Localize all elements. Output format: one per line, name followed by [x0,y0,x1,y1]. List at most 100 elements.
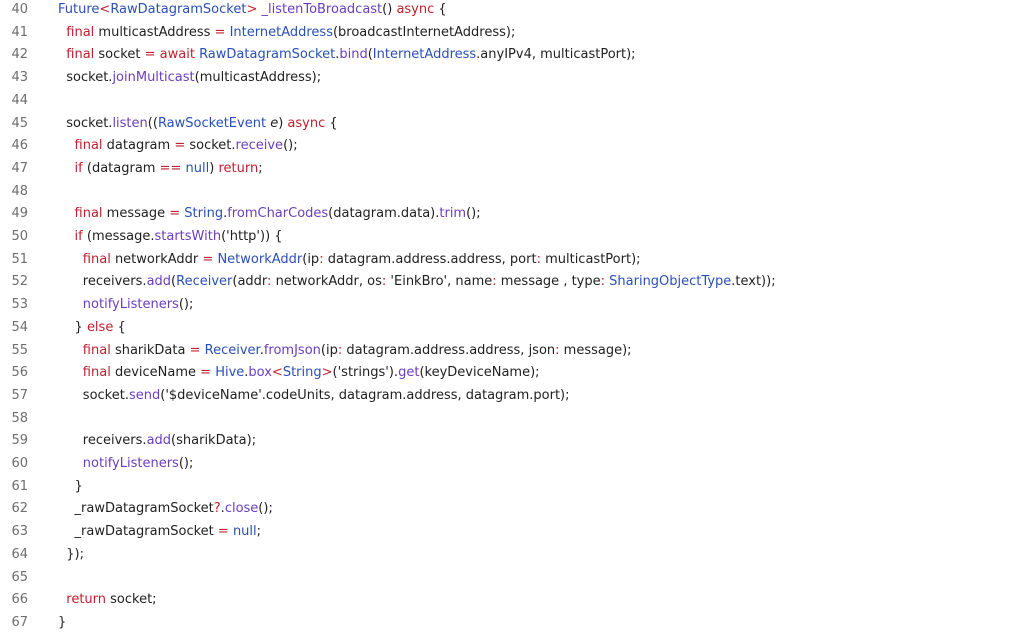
code-token: 'http' [226,229,260,244]
code-token: datagram.address.address, [323,251,510,267]
code-text[interactable]: }); [58,545,84,565]
code-token: ). [388,365,399,381]
line-number: 59 [11,433,28,449]
code-token: final [66,47,95,63]
code-line[interactable]: 59 receivers.add(sharikData); [0,431,1024,451]
line-number: 58 [11,410,28,426]
code-text[interactable]: final multicastAddress = InternetAddress… [58,23,515,43]
code-line[interactable]: 50 if (message.startsWith('http')) { [0,227,1024,247]
code-text[interactable]: final deviceName = Hive.box<String>('str… [58,363,540,383]
code-text[interactable]: _rawDatagramSocket?.close(); [58,499,273,519]
line-number: 43 [11,70,28,86]
code-text[interactable]: } [58,477,83,497]
code-token: Future [58,2,100,17]
code-line[interactable]: 46 final datagram = socket.receive(); [0,136,1024,156]
code-line[interactable]: 43 socket.joinMulticast(multicastAddress… [0,68,1024,88]
code-line[interactable]: 49 final message = String.fromCharCodes(… [0,204,1024,224]
code-token: _listenToBroadcast [261,2,383,17]
code-text[interactable]: notifyListeners(); [58,295,194,315]
code-text[interactable]: socket.listen((RawSocketEvent e) async { [58,114,338,134]
code-line[interactable]: 52 receivers.add(Receiver(addr: networkA… [0,272,1024,292]
code-token: (); [466,206,481,222]
code-text[interactable]: } else { [58,318,126,338]
code-line[interactable]: 55 final sharikData = Receiver.fromJson(… [0,341,1024,361]
code-token: .codeUnits, datagram.address, datagram.p… [261,387,570,403]
code-line[interactable]: 45 socket.listen((RawSocketEvent e) asyn… [0,114,1024,134]
code-line[interactable]: 53 notifyListeners(); [0,295,1024,315]
line-number: 45 [11,115,28,131]
code-token: String [184,206,224,222]
code-token: 'strings' [337,365,389,381]
code-token: return [218,160,259,176]
code-token: } [58,478,83,494]
code-line[interactable]: 58 [0,409,1024,429]
code-token: (); [283,138,298,154]
code-line[interactable]: 47 if (datagram == null) return; [0,159,1024,179]
code-text[interactable]: _rawDatagramSocket = null; [58,522,262,542]
code-line[interactable]: 51 final networkAddr = NetworkAddr(ip: d… [0,250,1024,270]
code-text[interactable]: final message = String.fromCharCodes(dat… [58,204,481,224]
code-token: (( [147,115,158,131]
code-token: sharikData [110,342,190,358]
line-number: 51 [11,251,28,267]
code-token: (keyDeviceName); [419,365,540,381]
code-token: > [246,2,258,17]
code-line[interactable]: 62 _rawDatagramSocket?.close(); [0,499,1024,519]
code-text[interactable]: return socket; [58,590,156,610]
code-token: }); [58,546,84,562]
code-text[interactable]: Future<RawDatagramSocket> _listenToBroad… [58,0,447,20]
code-token: SharingObjectType [609,274,732,290]
code-editor[interactable]: 40 Future<RawDatagramSocket> _listenToBro… [0,0,1024,637]
code-token: ip [325,342,338,358]
line-number: 46 [11,138,28,154]
line-number: 47 [11,160,28,176]
code-text[interactable]: receivers.add(sharikData); [58,431,256,451]
code-token: name [455,274,493,290]
code-text[interactable]: socket.joinMulticast(multicastAddress); [58,68,321,88]
line-number: 44 [11,92,28,108]
code-token: (broadcastInternetAddress); [332,24,516,40]
code-text[interactable]: if (datagram == null) return; [58,159,263,179]
code-line[interactable]: 65 [0,568,1024,588]
code-line[interactable]: 42 final socket = await RawDatagramSocke… [0,45,1024,65]
code-text[interactable]: final networkAddr = NetworkAddr(ip: data… [58,250,641,270]
code-token: add [146,433,172,449]
code-text[interactable]: } [58,613,66,633]
code-line[interactable]: 63 _rawDatagramSocket = null; [0,522,1024,542]
code-line[interactable]: 56 final deviceName = Hive.box<String>('… [0,363,1024,383]
code-line[interactable]: 64 }); [0,545,1024,565]
code-line[interactable]: 48 [0,182,1024,202]
code-token: RawDatagramSocket [199,47,336,63]
code-line[interactable]: 54 } else { [0,318,1024,338]
code-token: { [113,319,126,335]
code-text[interactable]: if (message.startsWith('http')) { [58,227,283,247]
code-token: socket [94,47,145,63]
code-line[interactable]: 60 notifyListeners(); [0,454,1024,474]
code-token: { [325,115,338,131]
code-token: (datagram.data). [328,206,440,222]
code-line[interactable]: 44 [0,91,1024,111]
code-line[interactable]: 57 socket.send('$deviceName'.codeUnits, … [0,386,1024,406]
code-line[interactable]: 61 } [0,477,1024,497]
code-token: if [74,160,83,176]
code-token: multicastPort); [540,251,641,267]
code-text[interactable]: socket.send('$deviceName'.codeUnits, dat… [58,386,570,406]
code-token: async [287,115,326,131]
code-token: (multicastAddress); [194,70,322,86]
code-text[interactable]: final sharikData = Receiver.fromJson(ip:… [58,341,632,361]
code-line[interactable]: 66 return socket; [0,590,1024,610]
code-token: fromJson [263,342,321,358]
code-line[interactable]: 40 Future<RawDatagramSocket> _listenToBro… [0,0,1024,20]
code-text[interactable]: final datagram = socket.receive(); [58,136,298,156]
code-text[interactable]: final socket = await RawDatagramSocket.b… [58,45,635,65]
code-token: = [202,251,214,267]
code-text[interactable]: receivers.add(Receiver(addr: networkAddr… [58,272,776,292]
code-text[interactable]: notifyListeners(); [58,454,194,474]
code-line[interactable]: 41 final multicastAddress = InternetAddr… [0,23,1024,43]
code-line[interactable]: 67} [0,613,1024,633]
line-number: 63 [11,524,28,540]
code-token: { [434,2,447,17]
